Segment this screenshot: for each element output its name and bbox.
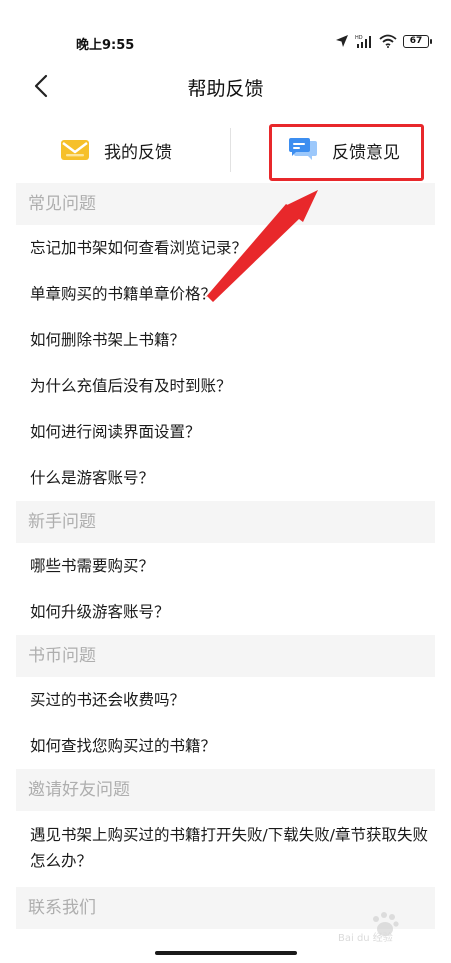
tab-my-feedback-label: 我的反馈 bbox=[104, 142, 172, 163]
location-icon bbox=[336, 35, 348, 47]
faq-item[interactable]: 单章购买的书籍单章价格？ bbox=[0, 271, 451, 317]
status-icons: HD 67 bbox=[335, 33, 432, 49]
faq-item[interactable]: 如何进行阅读界面设置？ bbox=[0, 409, 451, 455]
signal-icon: HD bbox=[355, 35, 371, 48]
tab-my-feedback[interactable]: 我的反馈 bbox=[60, 120, 172, 180]
tab-row: 我的反馈 反馈意见 bbox=[0, 120, 451, 180]
status-time: 晚上9:55 bbox=[76, 38, 135, 53]
faq-item[interactable]: 如何升级游客账号？ bbox=[0, 589, 451, 635]
section-header: 联系我们 bbox=[16, 887, 435, 929]
faq-item[interactable]: 什么是游客账号？ bbox=[0, 455, 451, 501]
faq-item[interactable]: 如何删除书架上书籍？ bbox=[0, 317, 451, 363]
faq-item[interactable]: 忘记加书架如何查看浏览记录？ bbox=[0, 225, 451, 271]
tab-submit-feedback-label: 反馈意见 bbox=[332, 142, 400, 163]
home-indicator[interactable] bbox=[155, 951, 297, 955]
wifi-icon bbox=[379, 34, 397, 48]
tab-divider bbox=[230, 128, 231, 172]
nav-bar: 帮助反馈 bbox=[0, 62, 451, 110]
section-header: 书币问题 bbox=[16, 635, 435, 677]
chat-bubbles-icon bbox=[289, 138, 317, 160]
faq-item[interactable]: 遇见书架上购买过的书籍打开失败/下载失败/章节获取失败怎么办？ bbox=[0, 811, 451, 887]
section-header: 常见问题 bbox=[16, 183, 435, 225]
faq-item[interactable]: 如何查找您购买过的书籍？ bbox=[0, 723, 451, 769]
faq-item[interactable]: 买过的书还会收费吗？ bbox=[0, 677, 451, 723]
mail-icon bbox=[61, 140, 89, 160]
tab-submit-feedback[interactable]: 反馈意见 bbox=[288, 120, 400, 180]
status-bar: 晚上9:55 HD 67 bbox=[0, 0, 451, 60]
section-header: 邀请好友问题 bbox=[16, 769, 435, 811]
faq-item[interactable]: 哪些书需要购买？ bbox=[0, 543, 451, 589]
section-header: 新手问题 bbox=[16, 501, 435, 543]
page-title: 帮助反馈 bbox=[187, 78, 264, 100]
watermark-text: Bai du 经验 bbox=[338, 931, 393, 944]
faq-item[interactable]: 为什么充值后没有及时到账？ bbox=[0, 363, 451, 409]
faq-list: 常见问题 忘记加书架如何查看浏览记录？ 单章购买的书籍单章价格？ 如何删除书架上书籍？… bbox=[0, 183, 451, 929]
network-label: HD bbox=[355, 35, 363, 41]
battery-indicator: 67 bbox=[403, 34, 432, 48]
